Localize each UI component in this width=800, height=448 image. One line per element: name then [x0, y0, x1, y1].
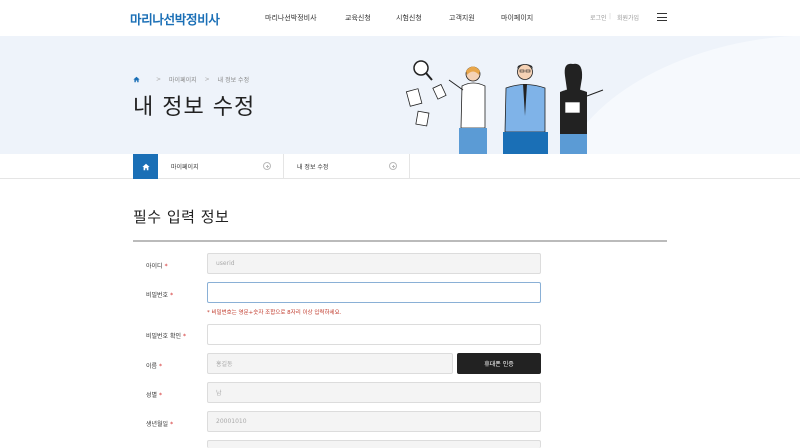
nav-item-support[interactable]: 고객지원 — [449, 13, 475, 23]
required-mark: * — [164, 263, 168, 270]
label-text: 비밀번호 — [146, 292, 169, 299]
section-title: 필수 입력 정보 — [133, 208, 230, 226]
nav-item-marina[interactable]: 마리나선박정비사 — [265, 13, 317, 23]
nav-item-exam[interactable]: 시험신청 — [396, 13, 422, 23]
label-text: 생년월일 — [146, 421, 169, 428]
home-icon — [141, 163, 150, 170]
name-field[interactable] — [207, 353, 453, 374]
plus-icon — [389, 162, 397, 170]
required-mark: * — [159, 363, 163, 370]
required-mark: * — [170, 421, 174, 428]
subnav-dropdown-edit-info[interactable]: 내 정보 수정 — [284, 154, 410, 179]
plus-icon — [263, 162, 271, 170]
password-label: 비밀번호 * — [146, 290, 173, 299]
breadcrumb-separator: > — [156, 76, 162, 83]
subnav-label: 내 정보 수정 — [297, 164, 329, 171]
page-title: 내 정보 수정 — [133, 95, 256, 120]
password-confirm-label: 비밀번호 확인 * — [146, 331, 186, 340]
nav-item-mypage[interactable]: 마이페이지 — [501, 13, 533, 23]
subnav-home-button[interactable] — [133, 154, 158, 179]
site-logo[interactable]: 마리나선박정비사 — [130, 9, 220, 28]
nav-item-education[interactable]: 교육신청 — [345, 13, 371, 23]
home-icon[interactable] — [133, 76, 140, 83]
site-header: 마리나선박정비사 마리나선박정비사 교육신청 시험신청 고객지원 마이페이지 로… — [0, 0, 800, 36]
gender-field[interactable] — [207, 382, 541, 403]
breadcrumb-separator: > — [204, 76, 210, 83]
subnav-dropdown-mypage[interactable]: 마이페이지 — [158, 154, 284, 179]
breadcrumb-mypage[interactable]: 마이페이지 — [169, 75, 197, 84]
id-label: 아이디 * — [146, 261, 168, 270]
password-confirm-field[interactable] — [207, 324, 541, 345]
gender-label: 성별 * — [146, 390, 162, 399]
join-link[interactable]: 회원가입 — [617, 13, 639, 22]
page-hero: > 마이페이지 > 내 정보 수정 내 정보 수정 — [0, 36, 800, 154]
phone-verify-button[interactable]: 휴대폰 인증 — [457, 353, 541, 374]
hamburger-menu-icon[interactable] — [657, 13, 667, 21]
section-divider — [133, 240, 667, 242]
next-field-partial[interactable] — [207, 440, 541, 448]
password-hint: * 비밀번호는 영문+숫자 조합으로 8자리 이상 입력하세요. — [207, 310, 342, 316]
label-text: 성별 — [146, 392, 158, 399]
label-text: 이름 — [146, 363, 158, 370]
people-illustration — [405, 60, 604, 154]
birth-label: 생년월일 * — [146, 419, 173, 428]
util-separator: | — [609, 13, 612, 20]
required-mark: * — [159, 392, 163, 399]
id-field[interactable] — [207, 253, 541, 274]
required-mark: * — [183, 333, 187, 340]
login-link[interactable]: 로그인 — [590, 13, 607, 22]
label-text: 아이디 — [146, 263, 163, 270]
name-label: 이름 * — [146, 361, 162, 370]
subnav-label: 마이페이지 — [171, 164, 199, 171]
password-field[interactable] — [207, 282, 541, 303]
required-mark: * — [170, 292, 174, 299]
sub-navigation: 마이페이지 내 정보 수정 — [0, 154, 800, 179]
breadcrumb-current: 내 정보 수정 — [217, 77, 250, 84]
label-text: 비밀번호 확인 — [146, 333, 182, 340]
breadcrumb: > 마이페이지 > 내 정보 수정 — [133, 75, 249, 84]
birth-field[interactable] — [207, 411, 541, 432]
